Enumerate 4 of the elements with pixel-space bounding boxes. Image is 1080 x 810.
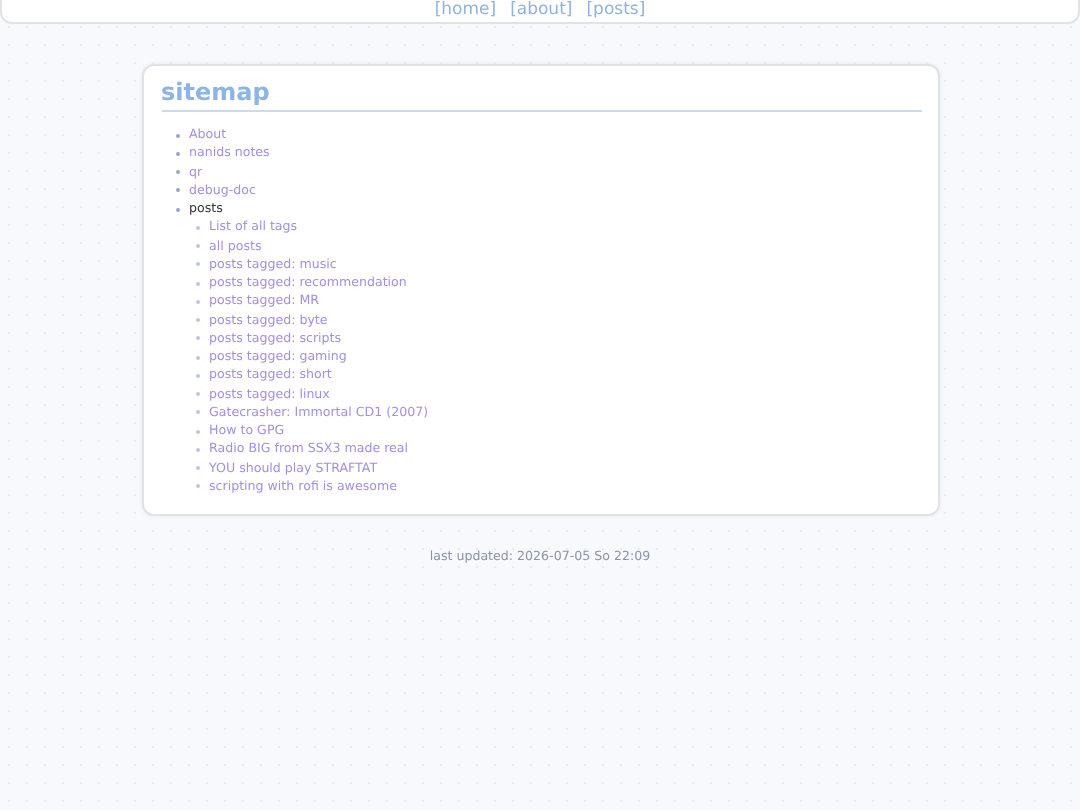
nav-link[interactable]: [home] xyxy=(434,0,497,22)
page-title: sitemap xyxy=(161,76,921,112)
nav-link[interactable]: [posts] xyxy=(586,0,646,22)
nav-link[interactable]: [about] xyxy=(510,0,573,22)
